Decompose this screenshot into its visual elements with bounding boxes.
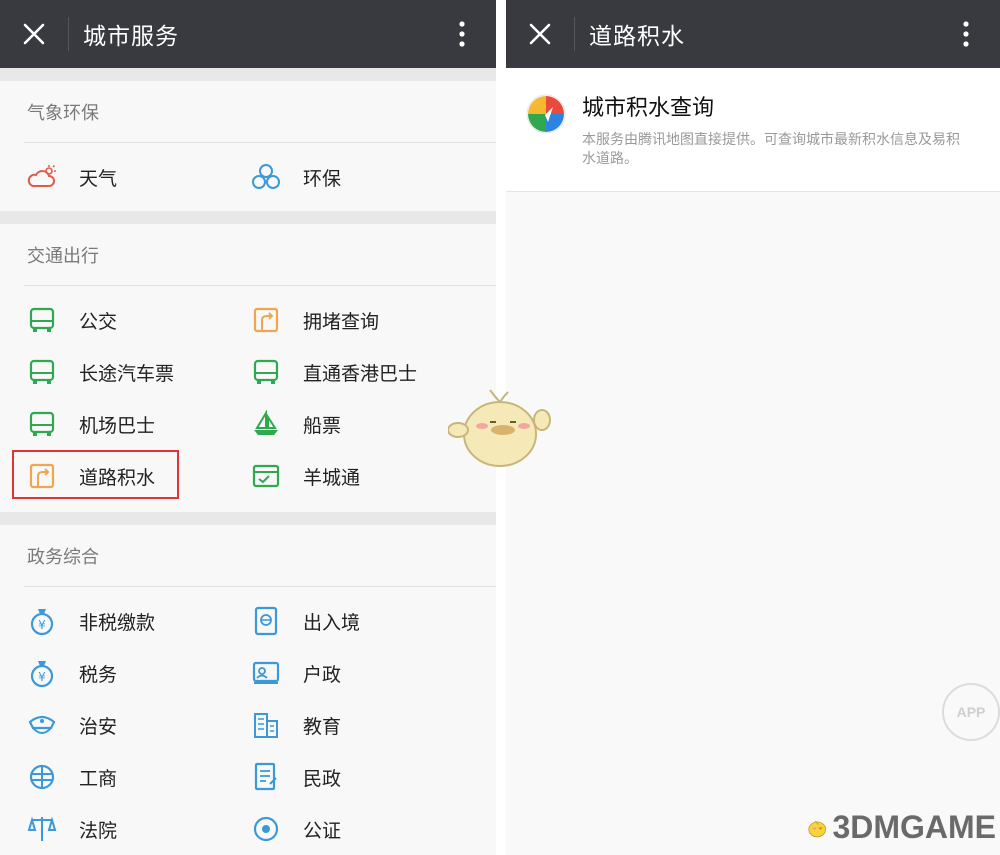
service-item-notarization[interactable]: 公证 <box>248 803 496 855</box>
section-heading: 政务综合 <box>24 525 496 587</box>
service-item-label: 天气 <box>79 168 118 190</box>
road-sign-icon <box>251 305 281 335</box>
highlight-box <box>12 450 179 499</box>
app-watermark-stamp: APP <box>942 683 1000 741</box>
chick-mascot-icon <box>448 389 551 467</box>
svg-text:¥: ¥ <box>38 670 46 684</box>
section-gap <box>0 211 496 224</box>
service-item-label: 机场巴士 <box>79 415 156 437</box>
section-government: 政务综合 ¥ 非税缴款 出入境 ¥ 税务 户政 治安 教育 工商 民政 法院 公… <box>0 525 496 855</box>
chick-logo-icon <box>808 820 826 837</box>
more-menu-button[interactable] <box>932 0 1000 68</box>
service-item-bus[interactable]: 公交 <box>0 294 248 346</box>
bus-icon <box>251 357 281 387</box>
seal-icon <box>251 814 281 844</box>
close-icon <box>23 23 45 45</box>
money-bag-icon: ¥ <box>27 606 57 636</box>
title-divider <box>68 17 69 51</box>
section-gap <box>0 512 496 525</box>
service-item-public-security[interactable]: 治安 <box>0 699 248 751</box>
section-weather-environment: 气象环保 天气 环保 <box>0 81 496 211</box>
service-entry-waterlogging-query[interactable]: 城市积水查询 本服务由腾讯地图直接提供。可查询城市最新积水信息及易积水道路。 <box>506 68 1000 192</box>
close-button[interactable] <box>0 0 68 68</box>
service-item-court[interactable]: 法院 <box>0 803 248 855</box>
service-item-environment[interactable]: 环保 <box>248 151 496 203</box>
passport-icon <box>251 606 281 636</box>
service-item-label: 直通香港巴士 <box>303 363 418 385</box>
service-item-label: 治安 <box>79 716 118 738</box>
site-watermark: 3DMGAME <box>806 800 996 855</box>
close-button[interactable] <box>506 0 574 68</box>
service-item-label: 长途汽车票 <box>79 363 175 385</box>
service-item-label: 工商 <box>79 768 118 790</box>
service-item-weather[interactable]: 天气 <box>0 151 248 203</box>
service-item-label: 环保 <box>303 168 342 190</box>
boat-icon <box>251 409 281 439</box>
service-item-label: 税务 <box>79 664 118 686</box>
bus-icon <box>27 305 57 335</box>
service-text: 城市积水查询 本服务由腾讯地图直接提供。可查询城市最新积水信息及易积水道路。 <box>582 90 972 191</box>
service-title: 城市积水查询 <box>582 95 715 120</box>
service-item-label: 羊城通 <box>303 467 361 489</box>
service-item-label: 公交 <box>79 311 118 333</box>
service-item-traffic-query[interactable]: 拥堵查询 <box>248 294 496 346</box>
service-item-label: 公证 <box>303 820 342 842</box>
service-item-label: 法院 <box>79 820 118 842</box>
service-item-exit-entry[interactable]: 出入境 <box>248 595 496 647</box>
scales-icon <box>27 814 57 844</box>
bus-icon <box>27 409 57 439</box>
bus-icon <box>27 357 57 387</box>
service-item-label: 船票 <box>303 415 342 437</box>
service-item-label: 民政 <box>303 768 342 790</box>
document-icon <box>251 762 281 792</box>
service-item-airport-bus[interactable]: 机场巴士 <box>0 398 248 450</box>
page-title: 道路积水 <box>589 23 685 49</box>
police-cap-icon <box>27 710 57 740</box>
service-item-label: 出入境 <box>303 612 361 634</box>
money-bag-icon: ¥ <box>27 658 57 688</box>
service-item-long-distance-bus[interactable]: 长途汽车票 <box>0 346 248 398</box>
service-item-label: 拥堵查询 <box>303 311 380 333</box>
service-item-road-waterlogging[interactable]: 道路积水 <box>0 450 248 502</box>
service-item-tax[interactable]: ¥ 税务 <box>0 647 248 699</box>
site-name: 3DMGAME <box>832 809 996 845</box>
service-item-industry-commerce[interactable]: 工商 <box>0 751 248 803</box>
id-card-icon <box>251 658 281 688</box>
service-item-label: 教育 <box>303 716 342 738</box>
title-divider <box>574 17 575 51</box>
service-item-non-tax-payment[interactable]: ¥ 非税缴款 <box>0 595 248 647</box>
more-vertical-icon <box>963 21 969 47</box>
building-icon <box>251 710 281 740</box>
page-title: 城市服务 <box>83 23 179 49</box>
weather-icon <box>27 162 57 192</box>
card-icon <box>251 461 281 491</box>
section-transport: 交通出行 公交 拥堵查询 长途汽车票 直通香港巴士 机场巴士 船票 道路积水 羊… <box>0 224 496 512</box>
service-item-civil-affairs[interactable]: 民政 <box>248 751 496 803</box>
more-vertical-icon <box>459 21 465 47</box>
service-item-household-registration[interactable]: 户政 <box>248 647 496 699</box>
tencent-map-icon <box>526 94 566 134</box>
recycle-icon <box>251 162 281 192</box>
service-item-education[interactable]: 教育 <box>248 699 496 751</box>
section-heading: 气象环保 <box>24 81 496 143</box>
road-waterlogging-panel: 道路积水 城市积水查询 本服务由腾讯地图直接提供。可查询城市最新积水信息及易积水… <box>506 0 1000 855</box>
svg-text:¥: ¥ <box>38 618 46 632</box>
section-gap <box>0 68 496 81</box>
close-icon <box>529 23 551 45</box>
service-item-label: 非税缴款 <box>79 612 156 634</box>
more-menu-button[interactable] <box>428 0 496 68</box>
title-bar: 城市服务 <box>0 0 496 68</box>
service-description: 本服务由腾讯地图直接提供。可查询城市最新积水信息及易积水道路。 <box>582 131 960 166</box>
title-bar: 道路积水 <box>506 0 1000 68</box>
service-item-label: 户政 <box>303 664 342 686</box>
globe-icon <box>27 762 57 792</box>
city-services-panel: 城市服务 气象环保 天气 环保 交通出行 公交 拥堵查询 长途汽车票 直通香港巴… <box>0 0 496 855</box>
section-heading: 交通出行 <box>24 224 496 286</box>
